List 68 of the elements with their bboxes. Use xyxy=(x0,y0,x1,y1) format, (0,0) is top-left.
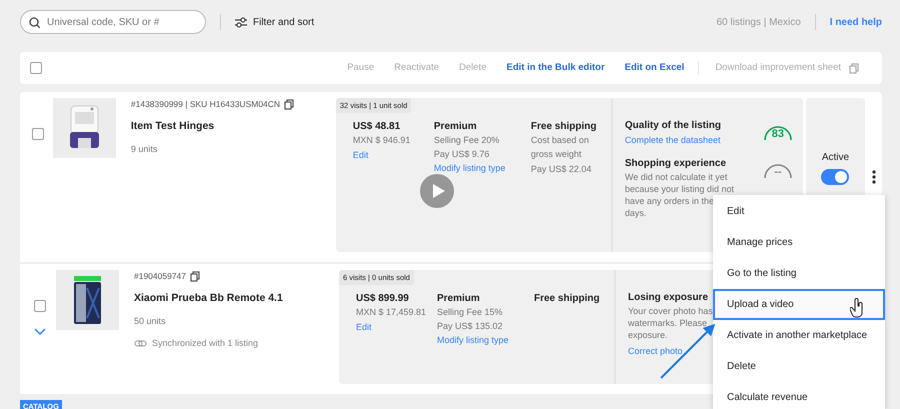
sliders-icon xyxy=(235,16,247,28)
listing-type: Premium xyxy=(437,292,481,306)
toolbar-button[interactable]: Edit on Excel xyxy=(614,60,694,76)
more-icon[interactable] xyxy=(872,170,876,184)
health-link[interactable]: Complete the datasheet xyxy=(624,135,720,145)
health-text: Your cover photo has xyxy=(628,305,713,318)
cursor-icon xyxy=(850,298,864,318)
price-local: MXN $ 17,459.81 xyxy=(356,306,428,320)
edit-link[interactable]: Edit xyxy=(356,322,372,332)
edit-link[interactable]: Edit xyxy=(352,150,368,160)
copy-icon[interactable] xyxy=(190,270,202,282)
score-gauge: -- xyxy=(762,156,793,180)
units-text: 50 units xyxy=(134,314,167,328)
listing-id: #1904059747 xyxy=(134,270,186,283)
menu-item[interactable]: Activate in another marketplace xyxy=(713,320,885,351)
modify-link[interactable]: Modify listing type xyxy=(434,163,506,174)
copy-icon[interactable] xyxy=(284,98,296,110)
price-local: MXN $ 946.91 xyxy=(352,134,412,148)
link-icon xyxy=(134,339,147,348)
menu-item[interactable]: Upload a video xyxy=(713,289,885,320)
search-input[interactable]: Universal code, SKU or # xyxy=(45,14,195,30)
checkbox[interactable] xyxy=(30,62,42,74)
health-text: have any orders in the xyxy=(624,195,714,208)
checkbox[interactable] xyxy=(34,300,46,312)
health-title: Quality of the listing xyxy=(624,119,722,133)
listing-count: 60 listings | Mexico xyxy=(716,16,801,30)
shipping-title: Free shipping xyxy=(530,120,598,134)
help-link[interactable]: I need help xyxy=(830,14,882,30)
health-text: exposure. xyxy=(628,329,668,342)
checkbox[interactable] xyxy=(32,128,44,140)
health-title: Shopping experience xyxy=(624,157,726,171)
health-text: watermarks. Please xyxy=(628,317,708,330)
copy-icon xyxy=(849,62,860,74)
health-text: days. xyxy=(624,207,646,220)
modify-link[interactable]: Modify listing type xyxy=(437,335,509,346)
toolbar-button[interactable]: Edit in the Bulk editor xyxy=(496,60,615,76)
menu-item[interactable]: Calculate revenue xyxy=(713,382,885,409)
pay-text: Pay US$ 9.76 xyxy=(434,148,490,161)
search-field[interactable]: Universal code, SKU or # xyxy=(20,10,206,34)
fee-text: Selling Fee 15% xyxy=(437,306,504,320)
menu-item[interactable]: Go to the listing xyxy=(713,258,885,289)
filter-button[interactable]: Filter and sort xyxy=(235,14,314,30)
play-icon[interactable] xyxy=(420,174,454,208)
health-title: Losing exposure xyxy=(628,291,708,305)
listing-title: Item Test Hinges xyxy=(130,118,216,134)
units-text: 9 units xyxy=(130,142,158,156)
shipping-title: Free shipping xyxy=(534,292,601,306)
price: US$ 899.99 xyxy=(356,292,410,306)
sync-text: Synchronized with 1 listing xyxy=(152,337,258,350)
price: US$ 48.81 xyxy=(352,120,402,134)
health-link[interactable]: Correct photo xyxy=(628,345,683,359)
menu-item[interactable]: Delete xyxy=(713,351,885,382)
listing-title: Xiaomi Prueba Bb Remote 4.1 xyxy=(134,290,284,306)
pay-text: Pay US$ 135.02 xyxy=(437,320,504,333)
status-label: Active xyxy=(822,151,850,165)
listing-id: #1438390999 | SKU H16433USM04CN xyxy=(130,98,280,111)
menu-item[interactable]: Edit xyxy=(713,196,885,227)
score-gauge: 83 xyxy=(762,118,793,142)
toggle-switch[interactable] xyxy=(821,169,850,185)
chevron-icon[interactable] xyxy=(34,328,46,335)
health-text: We did not calculate it yet xyxy=(624,171,728,184)
health-text: because your listing did not xyxy=(624,183,734,196)
shipping-text: Pay US$ 22.04 xyxy=(530,163,592,176)
fee-text: Selling Fee 20% xyxy=(434,134,500,148)
shipping-text: Cost based on gross weight xyxy=(530,134,590,161)
search-icon xyxy=(29,16,40,28)
menu-item[interactable]: Manage prices xyxy=(713,227,885,258)
listing-type: Premium xyxy=(434,120,478,134)
